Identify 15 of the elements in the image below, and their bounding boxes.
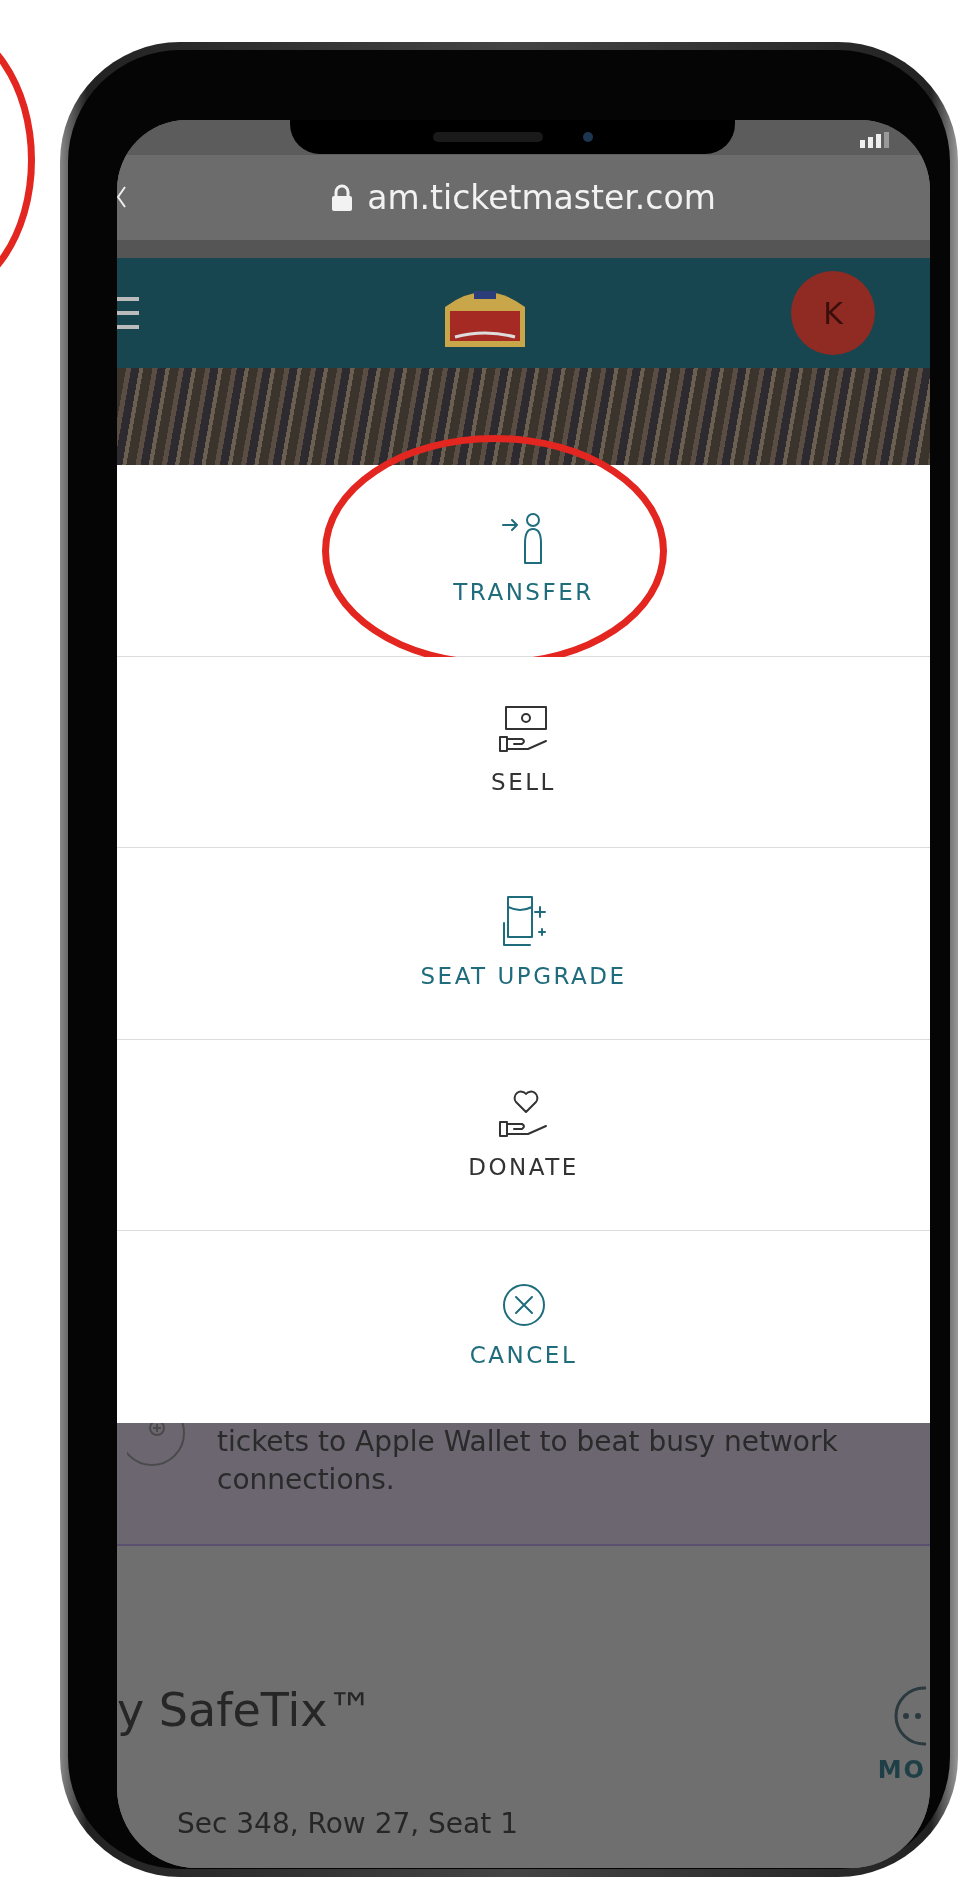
seat-info: Sec 348, Row 27, Seat 1: [177, 1805, 518, 1842]
menu-option[interactable]: TRANSFER: [453, 575, 594, 610]
ticket-title: y SafeTix™: [117, 1681, 374, 1739]
url-text[interactable]: am.ticketmaster.com: [367, 172, 716, 223]
close-icon: [500, 1281, 547, 1328]
menu-option[interactable]: DONATE: [468, 1149, 579, 1184]
camera-dot: [582, 132, 593, 142]
hand-cash-icon: [497, 704, 550, 755]
menu-icon[interactable]: [117, 295, 139, 331]
menu-option[interactable]: SEAT UPGRADE: [420, 959, 627, 994]
menu-option[interactable]: CANCEL: [469, 1337, 578, 1372]
signal-icon: [860, 132, 890, 148]
menu-option[interactable]: SELL: [491, 764, 556, 799]
wallet-tip-text: tickets to Apple Wallet to beat busy network connections.: [217, 1423, 838, 1498]
lock-icon: [331, 183, 354, 212]
